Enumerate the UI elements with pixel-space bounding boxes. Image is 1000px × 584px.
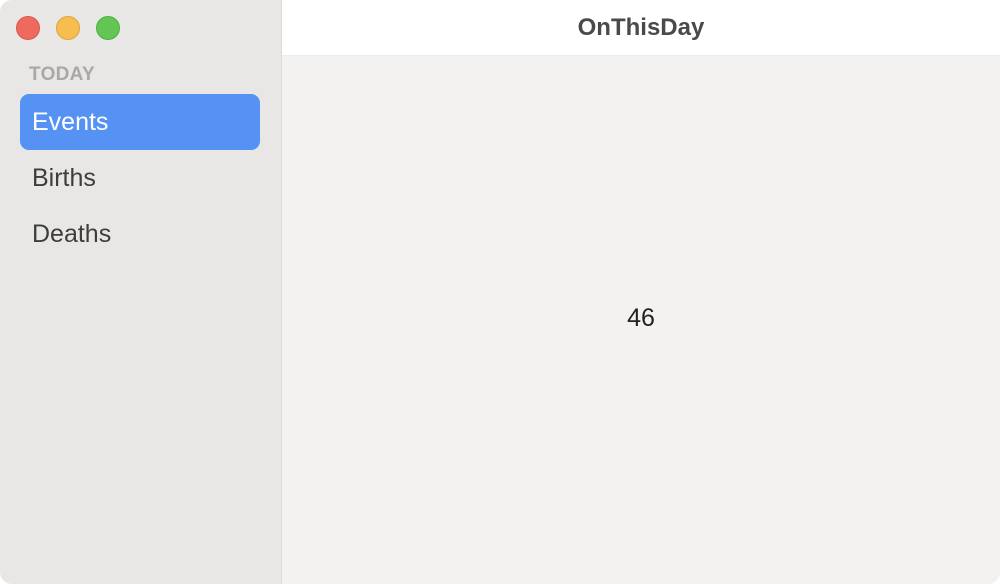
sidebar-item-deaths[interactable]: Deaths <box>20 206 260 262</box>
sidebar-item-label: Births <box>32 163 96 192</box>
sidebar-item-label: Deaths <box>32 219 112 248</box>
sidebar-section-header: TODAY <box>29 64 95 85</box>
window-title: OnThisDay <box>577 13 705 41</box>
zoom-window-button[interactable] <box>96 16 120 40</box>
minimize-window-button[interactable] <box>56 16 80 40</box>
sidebar-item-births[interactable]: Births <box>20 150 260 206</box>
sidebar-item-label: Events <box>32 107 109 136</box>
sidebar-nav: Events Births Deaths <box>20 94 260 262</box>
title-bar: OnThisDay <box>282 0 1000 56</box>
close-window-button[interactable] <box>16 16 40 40</box>
detail-view: 46 <box>282 56 1000 584</box>
sidebar-item-events[interactable]: Events <box>20 94 260 150</box>
sidebar: TODAY Events Births Deaths <box>0 0 282 584</box>
app-window: TODAY Events Births Deaths OnThisDay 46 <box>0 0 1000 584</box>
window-controls <box>16 16 120 40</box>
event-count: 46 <box>627 304 655 332</box>
